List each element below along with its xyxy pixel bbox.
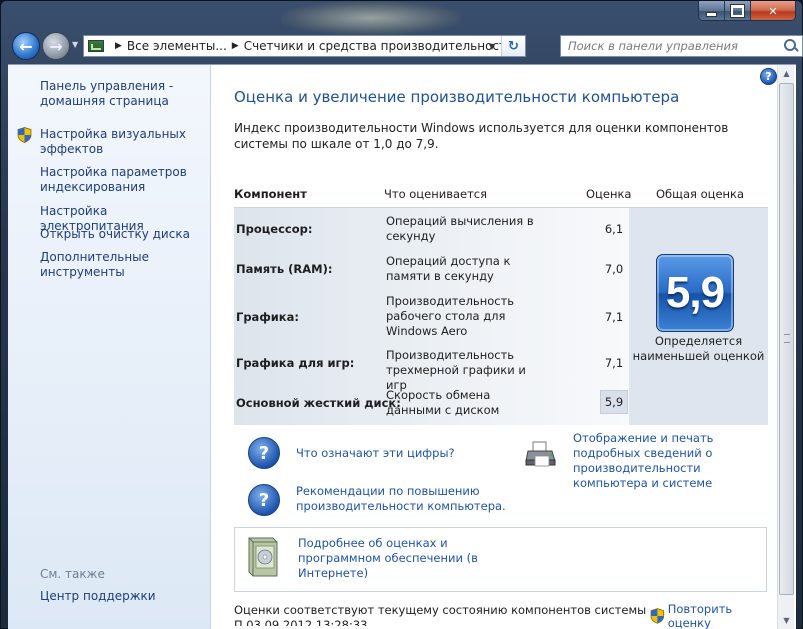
row-component: Процессор:	[236, 222, 313, 236]
row-component: Основной жесткий диск:	[236, 396, 401, 410]
base-score-column: 5,9 Определяется наименьшей оценкой	[629, 208, 768, 425]
row-score: 7,1	[604, 310, 624, 324]
question-icon: ?	[248, 484, 280, 516]
header-subscore: Оценка	[586, 187, 632, 201]
vertical-scrollbar[interactable]: ▲ ▼	[777, 65, 794, 629]
chevron-right-icon[interactable]: ▶	[232, 41, 239, 51]
row-rated: Операций доступа к памяти в секунду	[386, 254, 511, 283]
row-score: 7,1	[604, 356, 624, 370]
row-rated: Производительность рабочего стола для Wi…	[386, 294, 515, 338]
link-what-numbers[interactable]: Что означают эти цифры?	[296, 446, 496, 461]
link-learn-more[interactable]: Подробнее об оценках и программном обесп…	[298, 536, 498, 581]
client-area: Панель управления - домашняя страница На…	[8, 64, 796, 629]
minimize-button[interactable]	[699, 1, 725, 20]
help-icon[interactable]: ?	[760, 68, 777, 85]
base-score-caption: Определяется наименьшей оценкой	[632, 334, 765, 363]
sidebar-item-home[interactable]: Панель управления - домашняя страница	[40, 79, 205, 109]
header-component: Компонент	[234, 187, 307, 201]
task-pane: Панель управления - домашняя страница На…	[8, 65, 211, 629]
address-bar[interactable]: ▶ Все элементы... ▶ Счетчики и средства …	[83, 35, 526, 57]
intro-text: Индекс производительности Windows исполь…	[234, 121, 729, 151]
link-tips[interactable]: Рекомендации по повышению производительн…	[296, 484, 506, 514]
row-rated: Производительность трехмерной графики и …	[386, 348, 526, 392]
score-table: Компонент Что оценивается Оценка Общая о…	[234, 178, 768, 425]
sidebar-item-advanced-tools[interactable]: Дополнительные инструменты	[40, 250, 205, 280]
sidebar-item-visual-effects[interactable]: Настройка визуальных эффектов	[40, 127, 205, 157]
control-panel-icon	[88, 40, 104, 52]
uac-shield-icon	[650, 608, 665, 624]
caption-buttons: ✕	[698, 1, 796, 21]
maximize-button[interactable]	[725, 1, 751, 20]
header-base-score: Общая оценка	[656, 187, 745, 201]
software-box-icon	[248, 537, 278, 577]
header-rated: Что оценивается	[384, 187, 488, 201]
row-score-lowest: 5,9	[600, 390, 628, 414]
row-component: Графика:	[236, 310, 299, 324]
back-button[interactable]: ←	[12, 32, 40, 60]
chevron-right-icon[interactable]: ▶	[115, 41, 122, 51]
navigation-bar: ← → ▼ ▶ Все элементы... ▶ Счетчики и сре…	[8, 30, 803, 62]
rerun-assessment-link[interactable]: Повторить оценку	[650, 602, 777, 629]
table-header: Компонент Что оценивается Оценка Общая о…	[234, 178, 768, 208]
printer-icon	[525, 441, 556, 467]
grip-icon	[784, 334, 790, 343]
refresh-button[interactable]: ↻	[501, 36, 525, 56]
row-rated: Скорость обмена данными с диском	[386, 388, 500, 417]
search-icon[interactable]	[780, 36, 802, 56]
base-score-tile: 5,9	[656, 254, 734, 332]
sidebar-item-support-center[interactable]: Центр поддержки	[40, 589, 156, 603]
sidebar-item-indexing[interactable]: Настройка параметров индексирования	[40, 165, 205, 195]
row-component: Память (RAM):	[236, 262, 333, 276]
question-icon: ?	[248, 437, 280, 469]
search-input[interactable]	[561, 36, 780, 56]
link-print-details[interactable]: Отображение и печать подробных сведений …	[573, 431, 773, 491]
last-update-text: П 03.09.2012 13:28:33	[234, 618, 368, 626]
rerun-label[interactable]: Повторить оценку	[668, 602, 777, 629]
row-score: 7,0	[604, 262, 624, 276]
learn-more-box: Подробнее об оценках и программном обесп…	[234, 527, 767, 592]
address-dropdown-icon[interactable]: ▼	[485, 36, 499, 56]
row-score: 6,1	[604, 222, 624, 236]
uac-shield-icon	[17, 127, 32, 143]
breadcrumb-all-items[interactable]: Все элементы...	[127, 39, 227, 53]
scroll-down-icon[interactable]: ▼	[778, 612, 795, 629]
scroll-up-icon[interactable]: ▲	[778, 65, 795, 82]
forward-button[interactable]: →	[42, 32, 70, 60]
main-content: ? Оценка и увеличение производительности…	[212, 65, 777, 629]
close-button[interactable]: ✕	[751, 1, 795, 20]
scroll-thumb[interactable]	[779, 83, 794, 595]
row-component: Графика для игр:	[236, 356, 355, 370]
search-box	[560, 35, 803, 57]
status-text: Оценки соответствуют текущему состоянию …	[234, 603, 647, 617]
row-rated: Операций вычисления в секунду	[386, 214, 534, 243]
recent-pages-dropdown[interactable]: ▼	[72, 40, 78, 49]
sidebar-item-disk-cleanup[interactable]: Открыть очистку диска	[40, 227, 205, 242]
see-also-heading: См. также	[40, 567, 105, 581]
breadcrumb-performance[interactable]: Счетчики и средства производительности	[244, 39, 514, 53]
page-title: Оценка и увеличение производительности к…	[234, 88, 680, 106]
